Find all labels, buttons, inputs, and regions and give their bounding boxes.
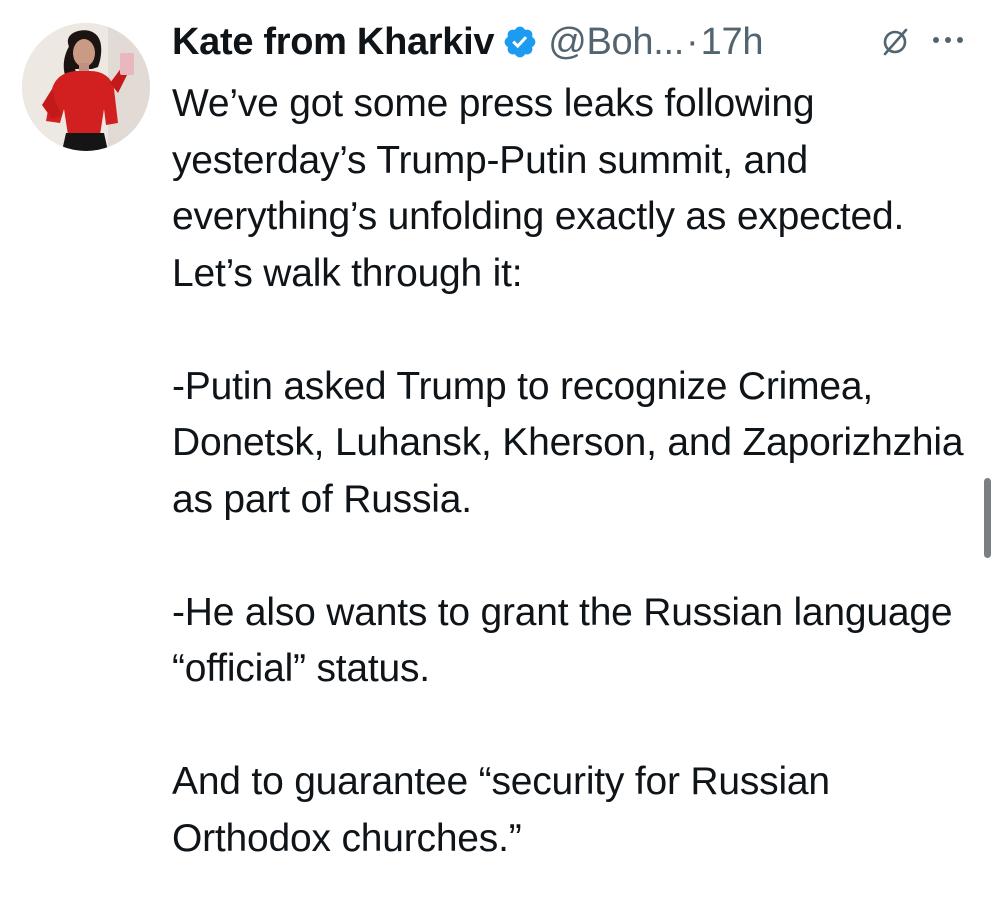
tweet-paragraph-point-2: -He also wants to grant the Russian lang… <box>172 590 953 691</box>
author-handle[interactable]: @Boh... <box>548 21 684 64</box>
verified-badge-icon[interactable] <box>502 24 538 60</box>
scrollbar-thumb[interactable] <box>984 478 991 558</box>
tweet-paragraph-point-3: And to guarantee “security for Russian O… <box>172 760 830 860</box>
tweet[interactable]: Kate from Kharkiv @Boh... · 17h We’ve go… <box>0 0 1000 897</box>
separator-dot: · <box>686 20 699 63</box>
tweet-text: We’ve got some press leaks following yes… <box>172 76 984 867</box>
tweet-paragraph-intro: We’ve got some press leaks following yes… <box>172 82 905 295</box>
tweet-header: Kate from Kharkiv @Boh... · 17h <box>172 14 763 70</box>
author-display-name[interactable]: Kate from Kharkiv <box>172 21 495 64</box>
tweet-paragraph-point-1: -Putin asked Trump to recognize Crimea, … <box>172 364 964 521</box>
more-options-icon[interactable] <box>928 30 968 50</box>
avatar[interactable] <box>22 23 150 151</box>
avatar-image <box>22 23 150 151</box>
grok-icon[interactable] <box>878 24 912 58</box>
timestamp[interactable]: 17h <box>701 21 764 64</box>
